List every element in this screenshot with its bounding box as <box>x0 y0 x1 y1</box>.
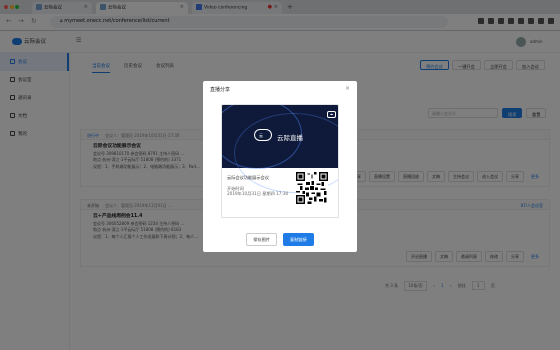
share-poster: 云 云际直播 ☁ 云际会议功能展示会议 开始时间 2019年10月31日 星期四… <box>221 104 339 218</box>
cloud-icon: 云 <box>254 129 272 141</box>
copy-link-button[interactable]: 复制链接 <box>283 233 314 246</box>
banner-title: 云际直播 <box>277 134 303 142</box>
poster-banner: 云 云际直播 ☁ <box>222 105 338 193</box>
close-icon[interactable]: × <box>345 85 350 92</box>
poster-meeting-title: 云际会议功能展示会议 <box>227 175 269 180</box>
cloud-label: 云 <box>259 132 263 138</box>
dialog-title: 直播分享 <box>210 87 231 93</box>
poster-info: 云际会议功能展示会议 开始时间 2019年10月31日 星期四 17:30 <box>227 175 297 197</box>
save-image-button[interactable]: 保存图片 <box>246 233 277 246</box>
start-time-value: 2019年10月31日 星期四 17:30 <box>227 191 289 196</box>
live-share-dialog: 直播分享 × 云 云际直播 ☁ 云际会议功能展示会议 开始时间 2019年10月… <box>203 81 357 252</box>
qr-code-icon <box>296 172 328 204</box>
logo-badge-icon: ☁ <box>327 111 336 118</box>
dialog-footer: 保存图片 复制链接 <box>203 233 357 246</box>
